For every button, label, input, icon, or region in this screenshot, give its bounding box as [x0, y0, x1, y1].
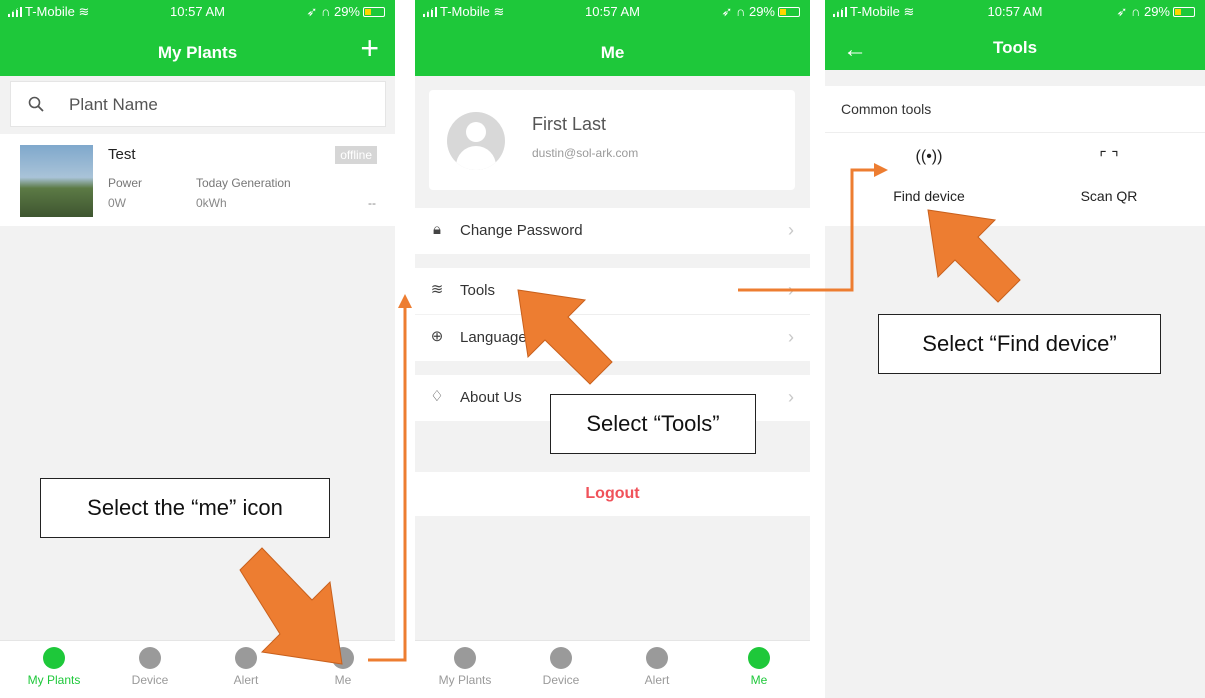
person-icon — [748, 647, 770, 669]
find-device-button[interactable]: ((•)) Find device — [869, 148, 989, 204]
battery-icon — [1173, 7, 1195, 17]
section-heading: Common tools — [841, 101, 932, 117]
plant-photo — [20, 145, 93, 217]
add-plant-button[interactable]: + — [360, 32, 379, 64]
extra-value: -- — [368, 196, 376, 210]
page-title: My Plants — [157, 43, 238, 62]
page-title: Tools — [992, 38, 1038, 57]
menu-item-change-password[interactable]: 🔒︎ Change Password › — [415, 208, 810, 254]
search-input[interactable]: Plant Name — [69, 95, 158, 115]
callout-select-me: Select the “me” icon — [40, 478, 330, 538]
lock-icon: 🔒︎ — [433, 221, 441, 238]
tab-me[interactable]: Me — [303, 647, 383, 687]
search-bar[interactable]: Plant Name — [10, 81, 386, 127]
battery-icon — [363, 7, 385, 17]
layers-icon: ≋ — [430, 281, 444, 298]
my-plants-screen: T-Mobile ≋ 10:57 AM ➶ ∩ 29% My Plants + … — [0, 0, 395, 698]
search-icon — [28, 96, 44, 112]
badge-icon: ♢ — [430, 388, 444, 405]
tab-my-plants[interactable]: My Plants — [14, 647, 94, 687]
battery-indicator: ➶ ∩ 29% — [307, 4, 385, 20]
connector-arrowhead — [398, 294, 412, 308]
chevron-right-icon: › — [788, 387, 794, 407]
tab-me[interactable]: Me — [719, 647, 799, 687]
app-header: T-Mobile ≋ 10:57 AM ➶ ∩ 29% My Plants + — [0, 0, 395, 76]
chevron-right-icon: › — [788, 327, 794, 347]
bolt-icon — [454, 647, 476, 669]
menu-item-tools[interactable]: ≋ Tools › — [415, 268, 810, 314]
chevron-right-icon: › — [788, 280, 794, 300]
status-bar: T-Mobile ≋ 10:57 AM ➶ ∩ 29% — [415, 0, 810, 24]
tab-bar: My Plants Device Alert Me — [0, 640, 395, 698]
callout-select-find-device: Select “Find device” — [878, 314, 1161, 374]
scan-qr-button[interactable]: ⌜ ⌝ Scan QR — [1049, 148, 1169, 204]
device-icon — [550, 647, 572, 669]
status-bar: T-Mobile ≋ 10:57 AM ➶ ∩ 29% — [0, 0, 395, 24]
divider — [825, 132, 1205, 133]
profile-email: dustin@sol-ark.com — [532, 146, 639, 160]
profile-name: First Last — [532, 114, 607, 134]
callout-select-tools: Select “Tools” — [550, 394, 756, 454]
device-icon — [139, 647, 161, 669]
tab-bar: My Plants Device Alert Me — [415, 640, 810, 698]
today-generation-label: Today Generation — [196, 176, 291, 190]
status-bar: T-Mobile ≋ 10:57 AM ➶ ∩ 29% — [825, 0, 1205, 24]
app-header: T-Mobile ≋ 10:57 AM ➶ ∩ 29% Me — [415, 0, 810, 76]
power-value: 0W — [108, 196, 126, 210]
battery-icon — [778, 7, 800, 17]
tab-alert[interactable]: Alert — [206, 647, 286, 687]
logout-button[interactable]: Logout — [415, 472, 810, 516]
alert-icon — [646, 647, 668, 669]
plant-name: Test — [108, 146, 136, 163]
battery-indicator: ➶ ∩ 29% — [1117, 4, 1195, 20]
today-generation-value: 0kWh — [196, 196, 227, 210]
alert-icon — [235, 647, 257, 669]
tab-my-plants[interactable]: My Plants — [425, 647, 505, 687]
globe-icon: ⊕ — [430, 328, 444, 345]
tab-device[interactable]: Device — [110, 647, 190, 687]
status-badge: offline — [335, 146, 377, 164]
page-title: Me — [600, 43, 625, 62]
battery-indicator: ➶ ∩ 29% — [722, 4, 800, 20]
tab-alert[interactable]: Alert — [617, 647, 697, 687]
chevron-right-icon: › — [788, 220, 794, 240]
person-icon — [332, 647, 354, 669]
menu-item-language[interactable]: ⊕ Language › — [415, 315, 810, 361]
tab-device[interactable]: Device — [521, 647, 601, 687]
app-header: T-Mobile ≋ 10:57 AM ➶ ∩ 29% ← Tools — [825, 0, 1205, 70]
common-tools-section: Common tools ((•)) Find device ⌜ ⌝ Scan … — [825, 86, 1205, 226]
profile-card[interactable]: First Last dustin@sol-ark.com — [429, 90, 795, 190]
bolt-icon — [43, 647, 65, 669]
plant-card[interactable]: Test offline Power Today Generation 0W 0… — [0, 134, 395, 226]
scan-frame-icon: ⌜ ⌝ — [1099, 150, 1119, 167]
power-label: Power — [108, 176, 143, 190]
broadcast-icon: ((•)) — [915, 148, 943, 165]
me-screen: T-Mobile ≋ 10:57 AM ➶ ∩ 29% Me First Las… — [415, 0, 810, 698]
avatar — [447, 112, 505, 170]
tutorial-stage: T-Mobile ≋ 10:57 AM ➶ ∩ 29% My Plants + … — [0, 0, 1205, 698]
